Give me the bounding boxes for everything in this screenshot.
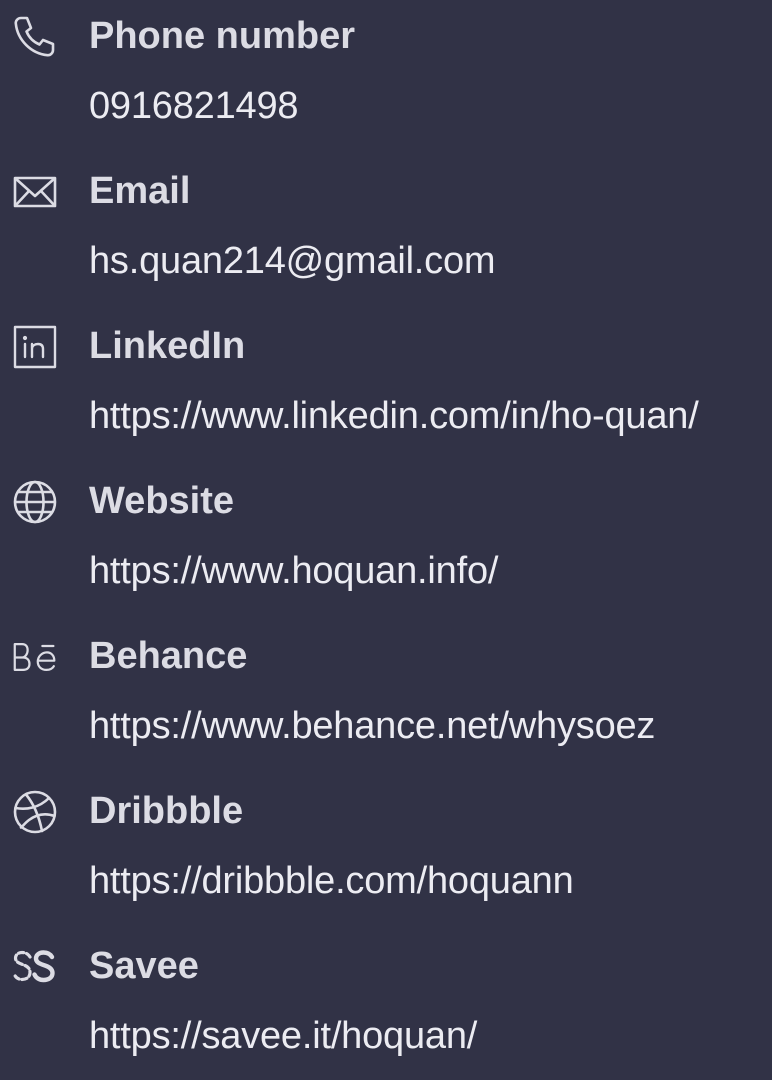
linkedin-icon xyxy=(12,324,58,370)
contact-item-linkedin: LinkedIn https://www.linkedin.com/in/ho-… xyxy=(0,310,772,460)
contact-item-behance: Behance https://www.behance.net/whysoez xyxy=(0,620,772,770)
contact-value-email[interactable]: hs.quan214@gmail.com xyxy=(89,235,496,287)
contact-label-linkedin: LinkedIn xyxy=(89,325,246,367)
contact-label-dribbble: Dribbble xyxy=(89,790,244,832)
contact-label-behance: Behance xyxy=(89,635,248,677)
phone-icon xyxy=(12,14,58,60)
contact-value-savee[interactable]: https://savee.it/hoquan/ xyxy=(89,1010,477,1062)
contact-label-email: Email xyxy=(89,170,191,212)
contact-label-website: Website xyxy=(89,480,235,522)
globe-icon xyxy=(12,479,58,525)
contact-label-savee: Savee xyxy=(89,945,199,987)
savee-icon xyxy=(12,944,58,990)
contact-item-website: Website https://www.hoquan.info/ xyxy=(0,465,772,615)
contact-value-linkedin[interactable]: https://www.linkedin.com/in/ho-quan/ xyxy=(89,390,699,442)
contact-value-dribbble[interactable]: https://dribbble.com/hoquann xyxy=(89,855,574,907)
dribbble-icon xyxy=(12,789,58,835)
contact-value-website[interactable]: https://www.hoquan.info/ xyxy=(89,545,498,597)
behance-icon xyxy=(12,634,58,680)
contact-item-email: Email hs.quan214@gmail.com xyxy=(0,155,772,305)
contact-item-phone: Phone number 0916821498 xyxy=(0,0,772,150)
contact-value-phone[interactable]: 0916821498 xyxy=(89,80,299,132)
contact-item-savee: Savee https://savee.it/hoquan/ xyxy=(0,930,772,1080)
contact-list: Phone number 0916821498 Email hs.quan214… xyxy=(0,0,772,1067)
mail-icon xyxy=(12,169,58,215)
contact-label-phone: Phone number xyxy=(89,15,356,57)
contact-value-behance[interactable]: https://www.behance.net/whysoez xyxy=(89,700,655,752)
contact-item-dribbble: Dribbble https://dribbble.com/hoquann xyxy=(0,775,772,925)
